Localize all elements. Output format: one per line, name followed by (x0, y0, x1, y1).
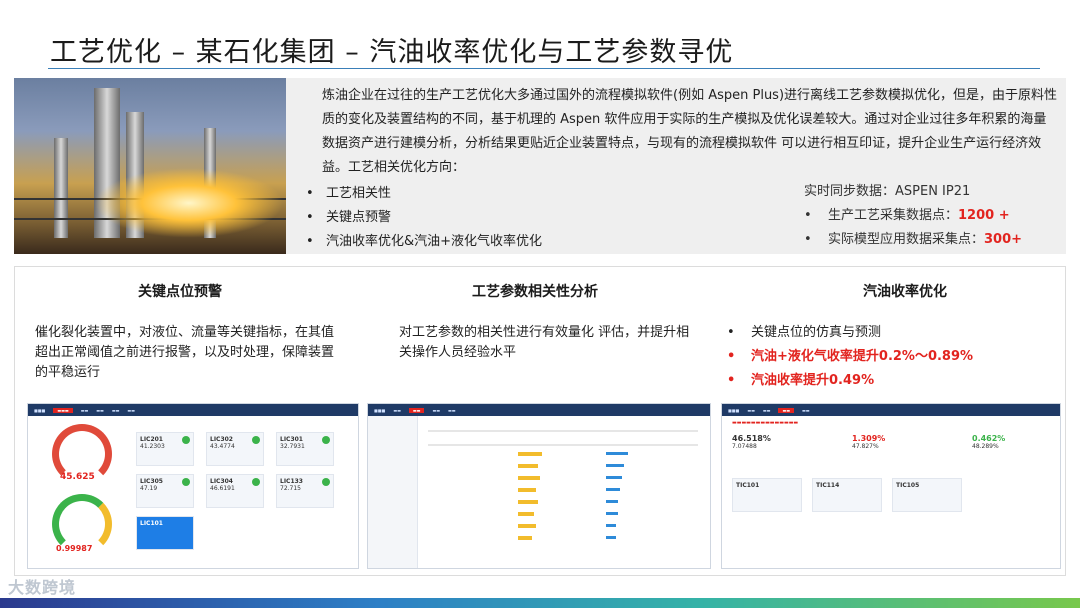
bullet-item: 关键点位的仿真与预测 (725, 321, 973, 345)
tag-card: TIC101 (732, 478, 802, 512)
intro-paragraph: 炼油企业在过往的生产工艺优化大多通过国外的流程模拟软件(例如 Aspen Plu… (322, 88, 1058, 175)
realtime-row: 生产工艺采集数据点：1200 + (804, 204, 1022, 228)
slide: 工艺优化 – 某石化集团 – 汽油收率优化与工艺参数寻优 炼油企业在过往的生产工… (0, 0, 1080, 608)
page-title: 工艺优化 – 某石化集团 – 汽油收率优化与工艺参数寻优 (50, 37, 734, 68)
notice-line: ▬▬▬▬▬▬▬▬▬▬▬▬▬▬ (732, 420, 799, 426)
column-title: 工艺参数相关性分析 (472, 284, 598, 300)
level-card: LIC305 47.19 (136, 474, 194, 508)
direction-item: 关键点预警 (306, 206, 542, 230)
tag-card: TIC114 (812, 478, 882, 512)
feature-panel: 关键点位预警 催化裂化装置中，对液位、流量等关键指标，在其值超出正常阈值之前进行… (14, 266, 1066, 576)
yield-optimization-screenshot: ■■■ ▬▬ ▬▬ ▬▬ ▬▬ ▬▬▬▬▬▬▬▬▬▬▬▬▬▬ 46.518% 7.0748… (721, 403, 1061, 569)
level-card: LIC304 46.6191 (206, 474, 264, 508)
gauge-value: 0.99987 (56, 544, 93, 553)
bullet-item: 汽油+液化气收率提升0.2%～0.89% (725, 345, 973, 369)
footer-bar (0, 598, 1080, 608)
intro-panel: 炼油企业在过往的生产工艺优化大多通过国外的流程模拟软件(例如 Aspen Plu… (14, 78, 1066, 254)
level-card: LIC301 32.7931 (276, 432, 334, 466)
metric-block: 0.462% 48.289% (972, 434, 1006, 450)
level-card-alert: LIC101 (136, 516, 194, 550)
bullet-item: 汽油收率提升0.49% (725, 369, 973, 393)
level-card: LIC302 43.4774 (206, 432, 264, 466)
level-card: LIC201 41.2303 (136, 432, 194, 466)
watermark-logo: 大数跨境 (8, 578, 77, 597)
refinery-photo (14, 78, 286, 254)
column-text: 对工艺参数的相关性进行有效量化 评估，并提升相关操作人员经验水平 (399, 325, 690, 360)
realtime-label: 实时同步数据：ASPEN IP21 (804, 184, 971, 199)
correlation-screenshot: ■■■ ▬▬ ▬▬ ▬▬ ▬▬ (367, 403, 711, 569)
level-card: LIC133 72.715 (276, 474, 334, 508)
column-title: 关键点位预警 (138, 284, 222, 300)
metric-block: 1.309% 47.827% (852, 434, 886, 450)
title-divider (48, 68, 1040, 69)
alert-dashboard-screenshot: ■■■ ▬▬▬ ▬▬ ▬▬ ▬▬ ▬▬ 45.625 0.99987 LIC201 41.2… (27, 403, 359, 569)
realtime-row: 实际模型应用数据采集点：300+ (804, 228, 1022, 252)
tag-card: TIC105 (892, 478, 962, 512)
metric-block: 46.518% 7.07488 (732, 434, 771, 450)
direction-item: 汽油收率优化&汽油+液化气收率优化 (306, 230, 542, 254)
gauge-value: 45.625 (60, 472, 95, 482)
direction-item: 工艺相关性 (306, 182, 542, 206)
column-text: 催化裂化装置中，对液位、流量等关键指标，在其值超出正常阈值之前进行报警，以及时处… (35, 325, 335, 380)
tree-sidebar (368, 416, 418, 568)
direction-list: 工艺相关性 关键点预警 汽油收率优化&汽油+液化气收率优化 (306, 182, 542, 254)
column-bullets: 关键点位的仿真与预测 汽油+液化气收率提升0.2%～0.89% 汽油收率提升0.… (725, 321, 973, 393)
column-title: 汽油收率优化 (863, 284, 947, 300)
realtime-data: 实时同步数据：ASPEN IP21 生产工艺采集数据点：1200 + 实际模型应… (804, 180, 1022, 252)
